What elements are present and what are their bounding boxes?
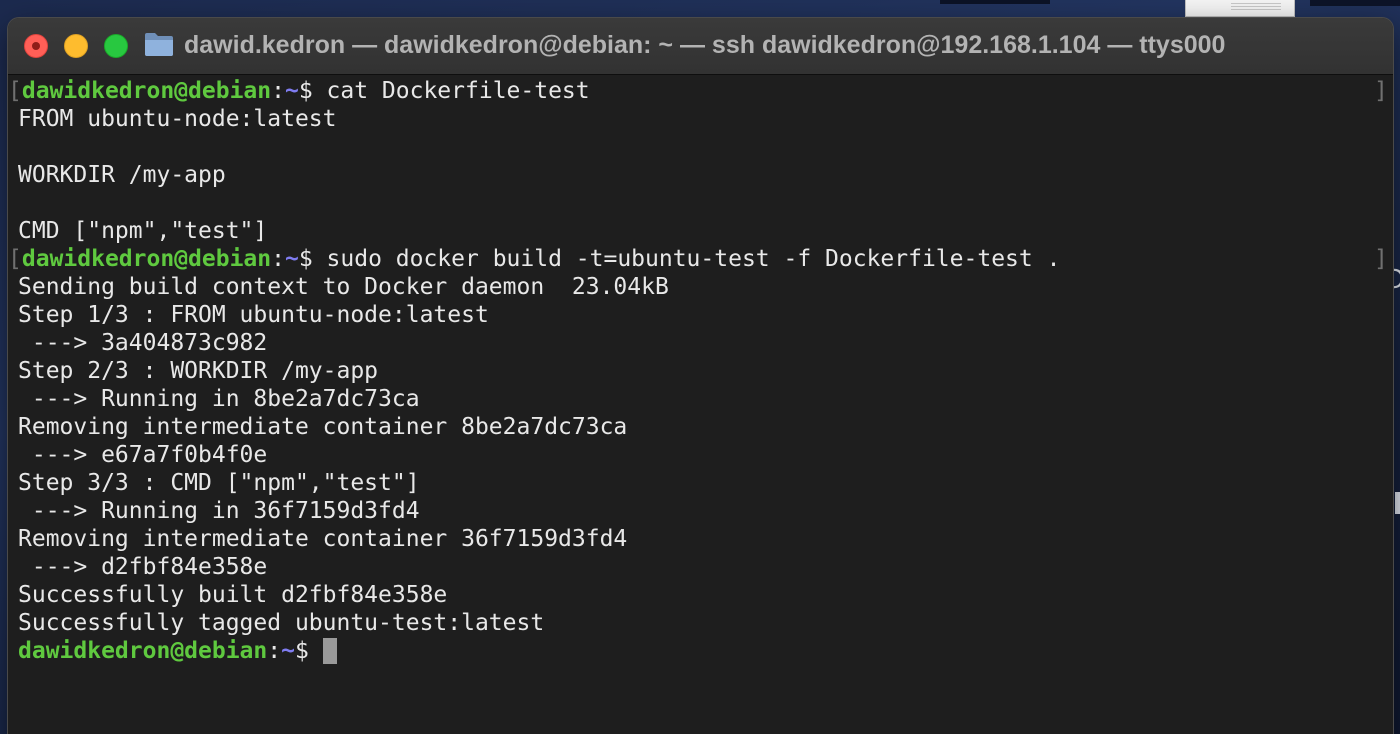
prompt-path: ~ (281, 638, 295, 664)
prompt-line: [dawidkedron@debian:~$ sudo docker build… (8, 245, 1060, 273)
output-line: Successfully built d2fbf84e358e (18, 582, 448, 608)
output-line: ---> Running in 8be2a7dc73ca (18, 386, 420, 412)
desktop-edge-mark (1395, 492, 1400, 514)
prompt-sep: : (267, 638, 282, 664)
prompt-symbol: $ (298, 246, 327, 272)
close-button[interactable] (24, 34, 48, 58)
output-line: ---> e67a7f0b4f0e (18, 442, 268, 468)
output-line: Sending build context to Docker daemon 2… (18, 274, 669, 300)
command-text: sudo docker build -t=ubuntu-test -f Dock… (326, 246, 1061, 272)
prompt-path: ~ (284, 246, 299, 272)
command-text: cat Dockerfile-test (326, 78, 590, 104)
close-icon (25, 35, 47, 57)
prompt-bracket: [ (8, 78, 22, 104)
line-bracket-right: ] (1374, 78, 1388, 104)
output-line: ---> d2fbf84e358e (18, 554, 268, 580)
prompt-bracket: [ (8, 246, 22, 272)
prompt-path: ~ (284, 78, 299, 104)
prompt-line: [dawidkedron@debian:~$ cat Dockerfile-te… (8, 77, 590, 105)
prompt-sep: : (271, 246, 285, 272)
output-line: Removing intermediate container 8be2a7dc… (18, 414, 628, 440)
output-line: FROM ubuntu-node:latest (18, 106, 337, 132)
prompt-line-active[interactable]: dawidkedron@debian:~$ (18, 637, 337, 665)
zoom-button[interactable] (104, 34, 128, 58)
title-bar[interactable]: dawid.kedron — dawidkedron@debian: ~ — s… (8, 18, 1393, 75)
output-line: ---> Running in 36f7159d3fd4 (18, 498, 420, 524)
prompt-sep: : (271, 78, 285, 104)
prompt-user-host: dawidkedron@debian (18, 638, 268, 664)
output-line: Successfully tagged ubuntu-test:latest (18, 610, 545, 636)
desktop-document-thumbnail[interactable] (1185, 0, 1295, 17)
output-line: WORKDIR /my-app (18, 162, 226, 188)
output-line: ---> 3a404873c982 (18, 330, 268, 356)
terminal-content[interactable]: [dawidkedron@debian:~$ cat Dockerfile-te… (8, 75, 1393, 734)
desktop-window-edge (940, 0, 1050, 4)
folder-icon (145, 33, 173, 56)
output-line: Step 2/3 : WORKDIR /my-app (18, 358, 379, 384)
output-line: CMD ["npm","test"] (18, 218, 268, 244)
desktop-shadow (1310, 0, 1400, 6)
prompt-user-host: dawidkedron@debian (21, 246, 272, 272)
minimize-button[interactable] (64, 34, 88, 58)
output-line: Removing intermediate container 36f7159d… (18, 526, 628, 552)
cursor-block (322, 638, 337, 664)
prompt-symbol: $ (298, 78, 327, 104)
line-bracket-right: ] (1374, 246, 1388, 272)
output-line: Step 1/3 : FROM ubuntu-node:latest (18, 302, 489, 328)
window-title: dawid.kedron — dawidkedron@debian: ~ — s… (184, 31, 1226, 59)
prompt-symbol: $ (294, 638, 323, 664)
terminal-window[interactable]: dawid.kedron — dawidkedron@debian: ~ — s… (8, 18, 1393, 734)
output-line: Step 3/3 : CMD ["npm","test"] (18, 470, 420, 496)
prompt-user-host: dawidkedron@debian (21, 78, 272, 104)
